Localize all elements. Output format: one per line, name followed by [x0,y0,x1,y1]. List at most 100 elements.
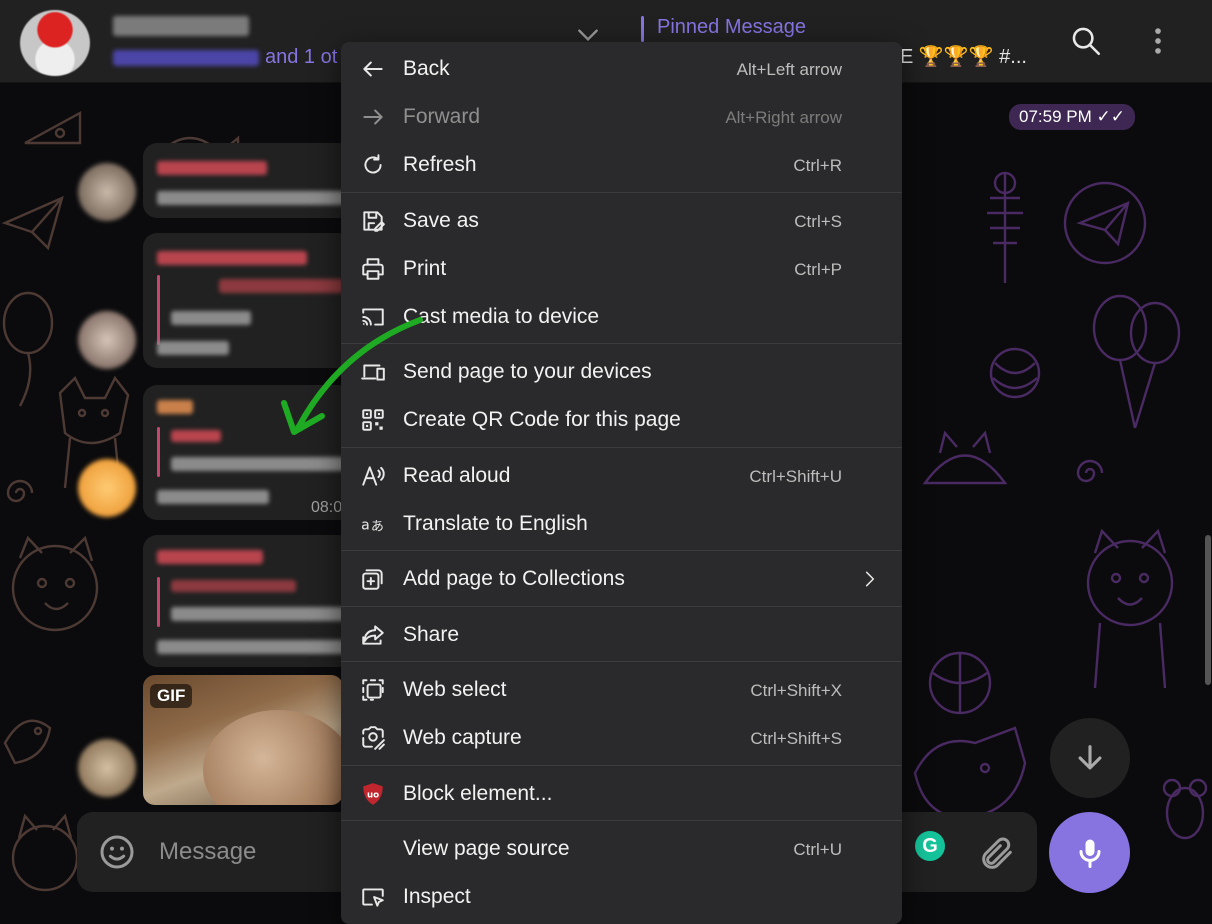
doodle-cat-sleeping-icon [922,430,1008,485]
menu-item-forward[interactable]: Forward Alt+Right arrow [341,93,902,141]
translate-icon: aあ [360,511,386,537]
microphone-button[interactable] [1049,812,1130,893]
menu-separator [341,820,902,821]
redacted-quote [171,430,221,442]
menu-item-web-select[interactable]: Web select Ctrl+Shift+X [341,666,902,714]
menu-item-inspect[interactable]: Inspect [341,873,902,921]
pinned-indicator [641,16,644,42]
sender-avatar[interactable] [78,739,136,797]
menu-item-shortcut: Alt+Right arrow [725,108,842,127]
reply-indicator [157,577,160,627]
menu-item-label: Forward [403,105,481,128]
menu-item-back[interactable]: Back Alt+Left arrow [341,45,902,93]
browser-context-menu: Back Alt+Left arrow Forward Alt+Right ar… [341,42,902,924]
menu-item-web-capture[interactable]: Web capture Ctrl+Shift+S [341,714,902,762]
forward-arrow-icon [360,104,386,130]
doodle-fishbone-icon [987,171,1023,283]
emoji-icon[interactable] [97,832,137,872]
menu-item-label: Translate to English [403,512,588,535]
menu-item-print[interactable]: Print Ctrl+P [341,245,902,293]
message-input[interactable]: Message [159,838,256,866]
message-bubble[interactable] [143,143,353,218]
doodle-plane-icon [1,195,64,251]
doodle-balloons-icon [1092,294,1181,429]
chat-avatar[interactable] [20,10,90,76]
reply-indicator [157,427,160,477]
chat-title-redacted[interactable] [113,16,249,36]
menu-item-label: Inspect [403,885,471,908]
chat-members-text[interactable]: and 1 ot [265,46,337,69]
redacted-sender [157,161,267,175]
menu-item-label: Share [403,623,460,646]
chat-subtitle-redacted [113,50,259,66]
redacted-quote [219,279,344,293]
menu-separator [341,606,902,607]
menu-item-add-to-collections[interactable]: Add page to Collections [341,555,902,603]
menu-item-label: Back [403,57,450,80]
grammarly-icon[interactable]: G [915,831,945,861]
sender-avatar[interactable] [78,459,136,517]
pinned-message-preview[interactable]: E 🏆🏆🏆 #... [900,44,1027,69]
menu-separator [341,661,902,662]
web-select-icon [360,677,386,703]
menu-item-shortcut: Ctrl+Shift+S [750,729,842,748]
scrollbar[interactable] [1205,535,1211,685]
doodle-bird-icon [3,719,52,765]
menu-item-label: Web select [403,678,507,701]
doodle-cat-right-icon [1086,528,1174,689]
redacted-text [171,457,346,471]
menu-item-view-source[interactable]: View page source Ctrl+U [341,825,902,873]
collections-icon [360,566,386,592]
redacted-text [171,607,346,621]
redacted-text [157,640,347,654]
menu-item-save-as[interactable]: Save as Ctrl+S [341,197,902,245]
menu-item-label: Refresh [403,153,477,176]
scroll-down-button[interactable] [1050,718,1130,798]
redacted-text [171,311,251,325]
menu-item-share[interactable]: Share [341,611,902,659]
doodle-ball-icon [928,651,992,715]
redacted-text [157,191,347,205]
doodle-swirl-icon [6,479,34,503]
refresh-icon [360,152,386,178]
menu-item-refresh[interactable]: Refresh Ctrl+R [341,141,902,189]
sender-avatar[interactable] [78,311,136,369]
doodle-cheese-icon [24,110,82,145]
ublock-shield-icon: uo [360,781,386,807]
back-arrow-icon [360,56,386,82]
sender-avatar[interactable] [78,163,136,221]
menu-item-translate[interactable]: aあ Translate to English [341,500,902,548]
svg-text:a: a [361,517,370,533]
redacted-sender [157,251,307,265]
menu-item-shortcut: Ctrl+S [794,212,842,231]
annotation-arrow-icon [281,317,423,435]
doodle-cat-icon [11,535,99,632]
pinned-message-label[interactable]: Pinned Message [657,16,806,39]
menu-item-label: Web capture [403,726,522,749]
arrow-down-icon [1078,745,1102,770]
gif-thumbnail [203,710,343,805]
redacted-sender [157,400,193,414]
paperclip-icon[interactable] [977,834,1017,874]
menu-item-label: Block element... [403,782,553,805]
menu-separator [341,550,902,551]
message-bubble[interactable] [143,535,353,667]
more-vertical-icon[interactable] [1141,24,1175,58]
doodle-plane-right-icon [1063,181,1147,265]
menu-item-read-aloud[interactable]: Read aloud Ctrl+Shift+U [341,452,902,500]
search-icon[interactable] [1069,24,1103,58]
svg-text:uo: uo [367,790,379,800]
chevron-right-icon [860,569,880,589]
message-time-chip: 07:59 PM ✓✓ [1009,104,1135,130]
menu-item-block-element[interactable]: uo Block element... [341,770,902,818]
menu-item-shortcut: Ctrl+P [794,260,842,279]
redacted-text [157,341,229,355]
menu-item-label: Save as [403,209,479,232]
redacted-quote [171,580,296,592]
menu-separator [341,192,902,193]
print-icon [360,256,386,282]
menu-item-label: View page source [403,837,570,860]
share-icon [360,622,386,648]
menu-item-label: Read aloud [403,464,511,487]
menu-item-label: Print [403,257,447,280]
